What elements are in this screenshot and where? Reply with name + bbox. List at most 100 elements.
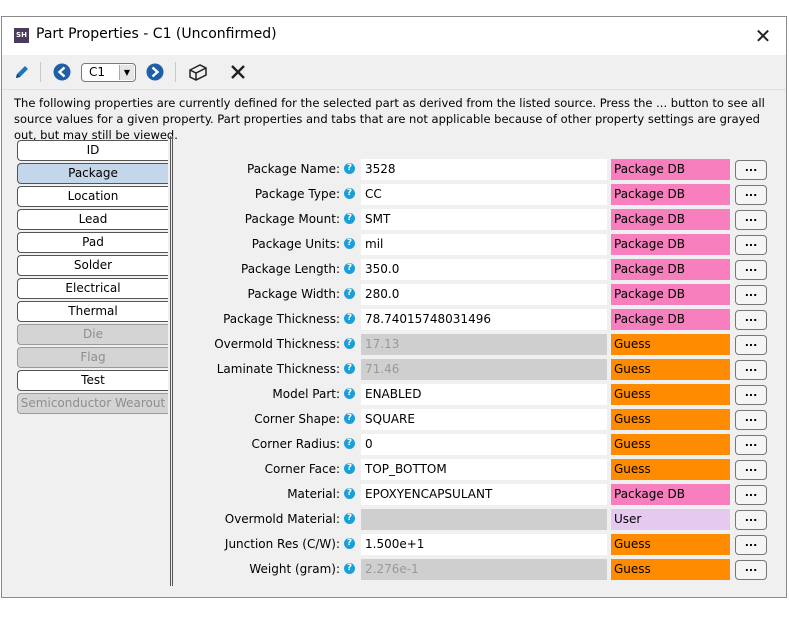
- help-icon[interactable]: ?: [344, 538, 355, 549]
- help-icon[interactable]: ?: [344, 163, 355, 174]
- source-values-button[interactable]: ...: [735, 235, 767, 255]
- property-value-field[interactable]: SMT: [361, 209, 607, 230]
- source-values-button[interactable]: ...: [735, 510, 767, 530]
- tab-electrical[interactable]: Electrical: [17, 278, 168, 299]
- property-source: Guess: [611, 334, 730, 355]
- property-row: Package Name:? 3528 Package DB...: [180, 159, 780, 181]
- property-value-field[interactable]: mil: [361, 234, 607, 255]
- help-icon[interactable]: ?: [344, 413, 355, 424]
- property-label: Overmold Thickness:: [214, 337, 340, 351]
- property-value-field[interactable]: 78.74015748031496: [361, 309, 607, 330]
- source-values-button[interactable]: ...: [735, 310, 767, 330]
- property-source: Guess: [611, 384, 730, 405]
- source-values-button[interactable]: ...: [735, 560, 767, 580]
- help-icon[interactable]: ?: [344, 388, 355, 399]
- property-value-field[interactable]: CC: [361, 184, 607, 205]
- back-arrow-icon[interactable]: [51, 61, 73, 83]
- property-value-field[interactable]: TOP_BOTTOM: [361, 459, 607, 480]
- property-value-field[interactable]: SQUARE: [361, 409, 607, 430]
- help-icon[interactable]: ?: [344, 213, 355, 224]
- property-value-field[interactable]: 0: [361, 434, 607, 455]
- property-row: Material:? EPOXYENCAPSULANT Package DB...: [180, 484, 780, 506]
- help-icon[interactable]: ?: [344, 438, 355, 449]
- help-icon[interactable]: ?: [344, 338, 355, 349]
- source-values-button[interactable]: ...: [735, 285, 767, 305]
- property-row: Package Units:? mil Package DB...: [180, 234, 780, 256]
- property-label: Material:: [287, 487, 340, 501]
- property-label: Package Mount:: [244, 212, 340, 226]
- property-value-field[interactable]: 280.0: [361, 284, 607, 305]
- property-value-field[interactable]: 350.0: [361, 259, 607, 280]
- help-icon[interactable]: ?: [344, 463, 355, 474]
- help-icon[interactable]: ?: [344, 263, 355, 274]
- toolbar-separator: [40, 62, 41, 82]
- property-source: Guess: [611, 559, 730, 580]
- pencil-icon[interactable]: [10, 61, 34, 83]
- source-values-button[interactable]: ...: [735, 435, 767, 455]
- property-value-field[interactable]: 3528: [361, 159, 607, 180]
- property-value-field[interactable]: 1.500e+1: [361, 534, 607, 555]
- tab-package[interactable]: Package: [17, 163, 168, 184]
- tab-lead[interactable]: Lead: [17, 209, 168, 230]
- source-values-button[interactable]: ...: [735, 385, 767, 405]
- source-values-button[interactable]: ...: [735, 185, 767, 205]
- close-window-button[interactable]: ✕: [748, 21, 778, 51]
- tab-id[interactable]: ID: [17, 140, 168, 161]
- property-source: Package DB: [611, 259, 730, 280]
- source-values-button[interactable]: ...: [735, 410, 767, 430]
- property-label: Corner Face:: [264, 462, 340, 476]
- source-values-button[interactable]: ...: [735, 485, 767, 505]
- property-label: Package Units:: [251, 237, 340, 251]
- title-bar[interactable]: SH Part Properties - C1 (Unconfirmed) ✕: [2, 17, 786, 55]
- help-icon[interactable]: ?: [344, 363, 355, 374]
- property-source: Guess: [611, 359, 730, 380]
- property-source: Package DB: [611, 184, 730, 205]
- source-values-button[interactable]: ...: [735, 335, 767, 355]
- source-values-button[interactable]: ...: [735, 210, 767, 230]
- property-value-field[interactable]: ENABLED: [361, 384, 607, 405]
- property-label: Package Thickness:: [223, 312, 340, 326]
- help-icon[interactable]: ?: [344, 313, 355, 324]
- property-row: Package Width:? 280.0 Package DB...: [180, 284, 780, 306]
- tab-location[interactable]: Location: [17, 186, 168, 207]
- property-value-field[interactable]: EPOXYENCAPSULANT: [361, 484, 607, 505]
- property-label: Package Width:: [247, 287, 340, 301]
- tab-flag[interactable]: Flag: [17, 347, 168, 368]
- help-icon[interactable]: ?: [344, 488, 355, 499]
- property-value-field[interactable]: [361, 509, 607, 530]
- source-values-button[interactable]: ...: [735, 535, 767, 555]
- help-icon[interactable]: ?: [344, 238, 355, 249]
- property-row: Package Thickness:? 78.74015748031496 Pack…: [180, 309, 780, 331]
- property-label: Weight (gram):: [249, 562, 340, 576]
- source-values-button[interactable]: ...: [735, 260, 767, 280]
- tab-semiconductor-wearout[interactable]: Semiconductor Wearout: [17, 393, 168, 414]
- property-value-field[interactable]: 17.13: [361, 334, 607, 355]
- part-select-dropdown[interactable]: C1 ▼: [81, 63, 136, 82]
- close-icon[interactable]: [226, 61, 250, 83]
- property-row: Overmold Material:? User...: [180, 509, 780, 531]
- toolbar: C1 ▼: [2, 55, 786, 90]
- tab-thermal[interactable]: Thermal: [17, 301, 168, 322]
- help-icon[interactable]: ?: [344, 513, 355, 524]
- tab-test[interactable]: Test: [17, 370, 168, 391]
- forward-arrow-icon[interactable]: [144, 61, 166, 83]
- property-value-field[interactable]: 71.46: [361, 359, 607, 380]
- source-values-button[interactable]: ...: [735, 360, 767, 380]
- help-icon[interactable]: ?: [344, 188, 355, 199]
- help-icon[interactable]: ?: [344, 288, 355, 299]
- help-icon[interactable]: ?: [344, 563, 355, 574]
- source-values-button[interactable]: ...: [735, 160, 767, 180]
- property-row: Package Type:? CC Package DB...: [180, 184, 780, 206]
- part-select-value: C1: [89, 65, 106, 79]
- property-value-field[interactable]: 2.276e-1: [361, 559, 607, 580]
- source-values-button[interactable]: ...: [735, 460, 767, 480]
- property-source: Guess: [611, 434, 730, 455]
- tab-pad[interactable]: Pad: [17, 232, 168, 253]
- chevron-down-icon[interactable]: ▼: [119, 65, 134, 80]
- property-row: Package Mount:? SMT Package DB...: [180, 209, 780, 231]
- 3d-box-icon[interactable]: [185, 61, 211, 83]
- tab-die[interactable]: Die: [17, 324, 168, 345]
- description-text: The following properties are currently d…: [14, 96, 765, 142]
- property-source: Guess: [611, 534, 730, 555]
- tab-solder[interactable]: Solder: [17, 255, 168, 276]
